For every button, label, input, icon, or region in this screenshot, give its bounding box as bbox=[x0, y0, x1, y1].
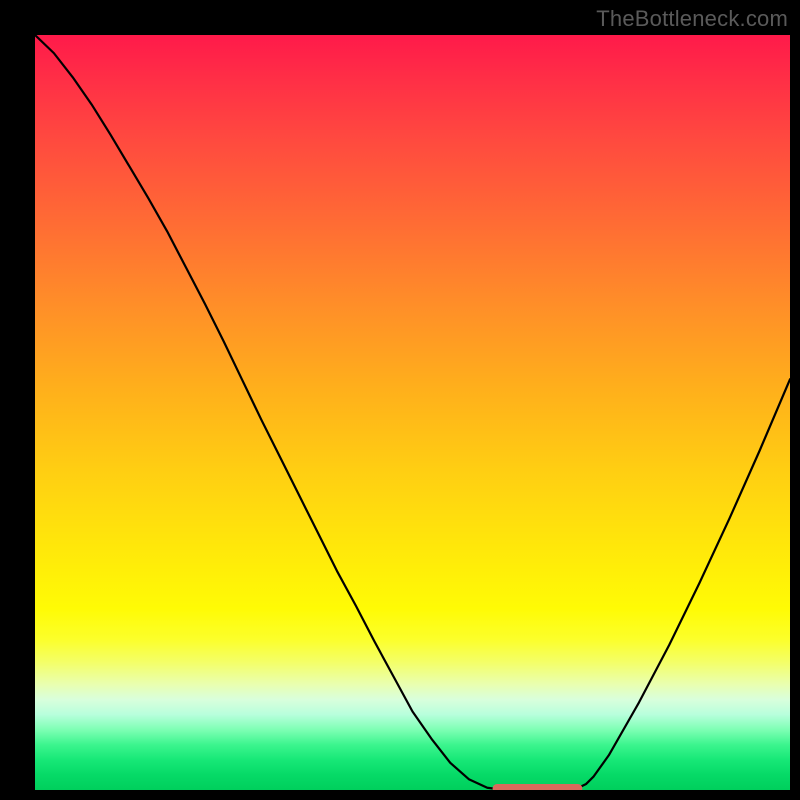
chart-frame: TheBottleneck.com bbox=[0, 0, 800, 800]
bottleneck-curve bbox=[35, 35, 790, 789]
plot-area bbox=[35, 35, 790, 790]
chart-svg bbox=[35, 35, 790, 790]
watermark-text: TheBottleneck.com bbox=[596, 6, 788, 32]
